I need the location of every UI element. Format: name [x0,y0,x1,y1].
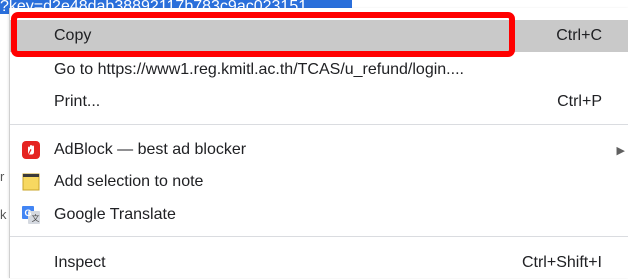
context-menu: Copy Ctrl+C Go to https://www1.reg.kmitl… [9,8,628,278]
page-edge-char: r [0,169,5,184]
svg-text:G: G [25,208,32,218]
menu-item-label: Print... [54,93,101,110]
menu-item-label: Go to https://www1.reg.kmitl.ac.th/TCAS/… [54,61,464,78]
menu-separator [10,236,628,237]
menu-item-label: Add selection to note [54,173,204,190]
menu-separator [10,124,628,125]
menu-item-label: Copy [54,27,92,44]
menu-item-google-translate[interactable]: G 文 Google Translate [10,199,628,231]
menu-item-print[interactable]: Print... Ctrl+P [10,86,628,118]
svg-text:文: 文 [32,213,40,223]
menu-item-add-selection-to-note[interactable]: Add selection to note [10,166,628,198]
menu-item-label: Google Translate [54,206,176,223]
menu-item-copy[interactable]: Copy Ctrl+C [10,20,628,52]
shortcut-label: Ctrl+Shift+I [521,254,602,271]
note-icon [22,173,40,191]
page-edge-char: k [0,207,7,222]
menu-item-adblock[interactable]: AdBlock — best ad blocker ▶ [10,134,628,166]
adblock-icon [22,141,40,159]
menu-item-label: Inspect [54,254,106,271]
shortcut-label: Ctrl+P [557,93,602,110]
menu-item-inspect[interactable]: Inspect Ctrl+Shift+I [10,247,628,279]
menu-item-go-to-url[interactable]: Go to https://www1.reg.kmitl.ac.th/TCAS/… [10,54,628,86]
submenu-arrow-icon: ▶ [616,144,625,157]
menu-item-label: AdBlock — best ad blocker [54,141,247,158]
shortcut-label: Ctrl+C [556,27,602,44]
translate-icon: G 文 [22,206,40,224]
